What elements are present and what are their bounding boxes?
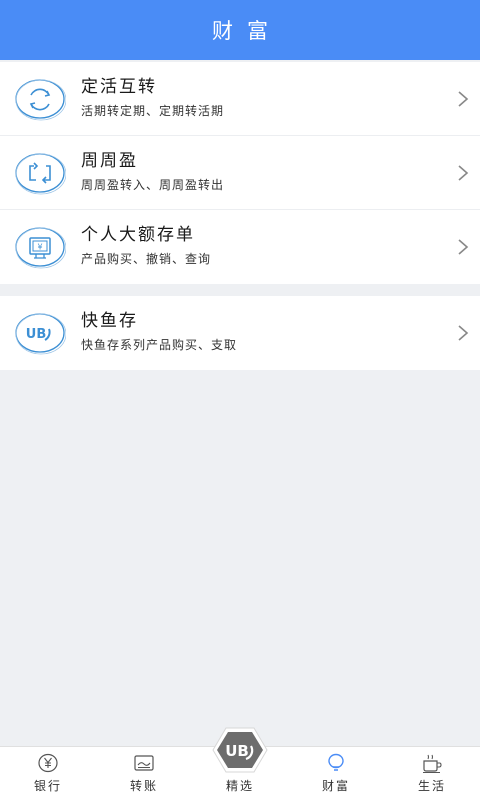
svg-text:¥: ¥ xyxy=(37,243,42,252)
exchange-cycle-icon xyxy=(14,73,66,125)
card-icon xyxy=(132,752,156,774)
menu-item-large-deposit-certificate[interactable]: ¥ 个人大额存单 产品购买、撤销、查询 xyxy=(0,210,480,284)
tab-featured[interactable]: UB 精选 xyxy=(192,727,288,800)
page-title: 财富 xyxy=(212,19,282,43)
wealth-menu-group-primary: 定活互转 活期转定期、定期转活期 周周盈 周周盈转入、周周盈转出 ¥ 个人大额存… xyxy=(0,62,480,284)
lightbulb-icon xyxy=(324,752,348,774)
svg-text:UB: UB xyxy=(26,327,46,342)
menu-item-title: 周周盈 xyxy=(81,151,138,171)
app-header: 财富 xyxy=(0,0,480,60)
bottom-tab-bar: 银行 转账 UB 精选 财富 生活 xyxy=(0,727,480,800)
menu-item-kuaiyucun[interactable]: UB 快鱼存 快鱼存系列产品购买、支取 xyxy=(0,296,480,370)
menu-item-title: 快鱼存 xyxy=(81,311,138,331)
chevron-right-icon xyxy=(456,238,470,256)
tab-label: 精选 xyxy=(225,779,254,793)
menu-item-subtitle: 快鱼存系列产品购买、支取 xyxy=(81,338,238,352)
coffee-cup-icon xyxy=(420,752,444,774)
menu-item-fixed-current-swap[interactable]: 定活互转 活期转定期、定期转活期 xyxy=(0,62,480,136)
tab-label: 银行 xyxy=(33,779,62,793)
chevron-right-icon xyxy=(456,164,470,182)
chevron-right-icon xyxy=(456,324,470,342)
weekly-transfer-icon xyxy=(14,147,66,199)
menu-item-title: 定活互转 xyxy=(81,77,157,97)
yuan-coin-icon xyxy=(36,752,60,774)
ub-badge-icon: UB xyxy=(211,725,269,775)
wealth-menu-group-secondary: UB 快鱼存 快鱼存系列产品购买、支取 xyxy=(0,296,480,370)
menu-item-weekly-profit[interactable]: 周周盈 周周盈转入、周周盈转出 xyxy=(0,136,480,210)
ub-logo-icon: UB xyxy=(14,307,66,359)
tab-life[interactable]: 生活 xyxy=(384,747,480,800)
menu-item-subtitle: 周周盈转入、周周盈转出 xyxy=(81,178,225,192)
tab-transfer[interactable]: 转账 xyxy=(96,747,192,800)
tab-label: 财富 xyxy=(321,779,350,793)
menu-item-subtitle: 产品购买、撤销、查询 xyxy=(81,252,212,266)
chevron-right-icon xyxy=(456,90,470,108)
menu-item-title: 个人大额存单 xyxy=(81,225,195,245)
tab-label: 转账 xyxy=(129,779,158,793)
svg-text:UB: UB xyxy=(225,742,249,760)
tab-wealth[interactable]: 财富 xyxy=(288,747,384,800)
tab-bank[interactable]: 银行 xyxy=(0,747,96,800)
deposit-certificate-icon: ¥ xyxy=(14,221,66,273)
tab-label: 生活 xyxy=(417,779,446,793)
menu-item-subtitle: 活期转定期、定期转活期 xyxy=(81,104,225,118)
